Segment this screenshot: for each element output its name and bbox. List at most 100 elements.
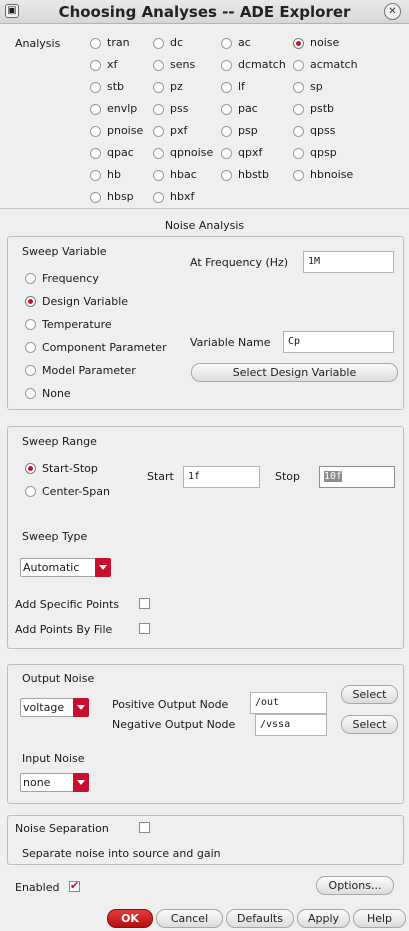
analysis-label-dcmatch: dcmatch bbox=[238, 58, 286, 71]
analysis-radio-dcmatch[interactable] bbox=[221, 60, 232, 71]
sweep-variable-radio-model-parameter[interactable] bbox=[25, 365, 36, 376]
select-negative-node-button[interactable]: Select bbox=[341, 715, 398, 734]
analysis-radio-qpnoise[interactable] bbox=[153, 148, 164, 159]
analysis-label-sp: sp bbox=[310, 80, 323, 93]
add-specific-points-label: Add Specific Points bbox=[15, 598, 120, 611]
noise-separation-label: Noise Separation bbox=[15, 822, 109, 835]
add-specific-points-checkbox[interactable] bbox=[139, 598, 150, 609]
add-points-by-file-label: Add Points By File bbox=[15, 623, 113, 636]
analysis-radio-hbxf[interactable] bbox=[153, 192, 164, 203]
input-noise-combo[interactable]: none bbox=[20, 773, 89, 792]
apply-button[interactable]: Apply bbox=[297, 909, 350, 928]
analysis-radio-hb[interactable] bbox=[90, 170, 101, 181]
analysis-label-qpxf: qpxf bbox=[238, 146, 263, 159]
negative-output-node-label: Negative Output Node bbox=[112, 718, 236, 731]
options-button[interactable]: Options... bbox=[316, 876, 394, 895]
analysis-radio-qpsp[interactable] bbox=[293, 148, 304, 159]
enabled-checkbox[interactable] bbox=[69, 879, 80, 892]
input-noise-value: none bbox=[23, 776, 51, 789]
divider bbox=[0, 208, 409, 209]
sweep-variable-radio-none[interactable] bbox=[25, 388, 36, 399]
analysis-radio-hbac[interactable] bbox=[153, 170, 164, 181]
variable-name-label: Variable Name bbox=[190, 336, 271, 349]
analysis-radio-xf[interactable] bbox=[90, 60, 101, 71]
analysis-radio-qpss[interactable] bbox=[293, 126, 304, 137]
output-noise-label: Output Noise bbox=[22, 672, 95, 685]
add-points-by-file-checkbox[interactable] bbox=[139, 623, 150, 634]
help-button[interactable]: Help bbox=[353, 909, 406, 928]
sweep-variable-label-frequency: Frequency bbox=[42, 272, 99, 285]
analysis-radio-qpxf[interactable] bbox=[221, 148, 232, 159]
sweep-type-combo[interactable]: Automatic bbox=[20, 558, 111, 577]
stop-value: 10f bbox=[324, 471, 343, 482]
analysis-radio-ac[interactable] bbox=[221, 38, 232, 49]
sweep-variable-radio-design-variable[interactable] bbox=[25, 296, 36, 307]
stop-field[interactable]: 10f bbox=[319, 466, 395, 488]
positive-output-node-label: Positive Output Node bbox=[112, 698, 229, 711]
close-icon[interactable]: ✕ bbox=[384, 3, 401, 20]
analysis-label-pz: pz bbox=[170, 80, 183, 93]
select-design-variable-button[interactable]: Select Design Variable bbox=[191, 363, 398, 382]
negative-output-node-field[interactable]: /vssa bbox=[255, 714, 327, 736]
select-positive-node-button[interactable]: Select bbox=[341, 685, 398, 704]
at-frequency-field[interactable]: 1M bbox=[303, 251, 394, 273]
analysis-label-hbnoise: hbnoise bbox=[310, 168, 354, 181]
sweep-range-label-center-span: Center-Span bbox=[42, 485, 110, 498]
analysis-radio-dc[interactable] bbox=[153, 38, 164, 49]
analysis-radio-qpac[interactable] bbox=[90, 148, 101, 159]
analysis-radio-pnoise[interactable] bbox=[90, 126, 101, 137]
ok-button[interactable]: OK bbox=[107, 909, 153, 928]
variable-name-field[interactable]: Cp bbox=[283, 331, 394, 353]
analysis-label-qpsp: qpsp bbox=[310, 146, 337, 159]
sweep-range-radio-center-span[interactable] bbox=[25, 486, 36, 497]
sweep-variable-label-model-parameter: Model Parameter bbox=[42, 364, 136, 377]
analysis-label-dc: dc bbox=[170, 36, 184, 49]
analysis-radio-pac[interactable] bbox=[221, 104, 232, 115]
analysis-label-pac: pac bbox=[238, 102, 258, 115]
sweep-variable-label-temperature: Temperature bbox=[42, 318, 112, 331]
analysis-label: Analysis bbox=[15, 37, 61, 50]
analysis-label-envlp: envlp bbox=[107, 102, 138, 115]
sweep-variable-label-design-variable: Design Variable bbox=[42, 295, 129, 308]
analysis-label-sens: sens bbox=[170, 58, 196, 71]
start-label: Start bbox=[147, 470, 174, 483]
analysis-label-hbstb: hbstb bbox=[238, 168, 269, 181]
sweep-variable-radio-temperature[interactable] bbox=[25, 319, 36, 330]
chevron-down-icon bbox=[73, 773, 89, 792]
analysis-label-hbac: hbac bbox=[170, 168, 197, 181]
defaults-button[interactable]: Defaults bbox=[226, 909, 294, 928]
analysis-radio-pz[interactable] bbox=[153, 82, 164, 93]
sweep-range-radio-start-stop[interactable] bbox=[25, 463, 36, 474]
section-title: Noise Analysis bbox=[164, 219, 245, 232]
analysis-radio-stb[interactable] bbox=[90, 82, 101, 93]
sweep-variable-label: Sweep Variable bbox=[22, 245, 107, 258]
analysis-radio-tran[interactable] bbox=[90, 38, 101, 49]
analysis-radio-noise[interactable] bbox=[293, 38, 304, 49]
analysis-radio-envlp[interactable] bbox=[90, 104, 101, 115]
analysis-radio-hbnoise[interactable] bbox=[293, 170, 304, 181]
analysis-radio-psp[interactable] bbox=[221, 126, 232, 137]
noise-separation-checkbox[interactable] bbox=[139, 822, 150, 833]
sweep-range-label: Sweep Range bbox=[22, 435, 97, 448]
analysis-radio-pstb[interactable] bbox=[293, 104, 304, 115]
analysis-label-noise: noise bbox=[310, 36, 340, 49]
analysis-radio-lf[interactable] bbox=[221, 82, 232, 93]
analysis-radio-sens[interactable] bbox=[153, 60, 164, 71]
analysis-radio-sp[interactable] bbox=[293, 82, 304, 93]
sweep-variable-radio-component-parameter[interactable] bbox=[25, 342, 36, 353]
analysis-radio-hbsp[interactable] bbox=[90, 192, 101, 203]
analysis-label-tran: tran bbox=[107, 36, 130, 49]
analysis-radio-pxf[interactable] bbox=[153, 126, 164, 137]
start-field[interactable]: 1f bbox=[183, 466, 260, 488]
analysis-label-qpac: qpac bbox=[107, 146, 134, 159]
analysis-radio-pss[interactable] bbox=[153, 104, 164, 115]
output-noise-type-combo[interactable]: voltage bbox=[20, 698, 89, 717]
sweep-variable-label-none: None bbox=[42, 387, 71, 400]
positive-output-node-field[interactable]: /out bbox=[250, 692, 327, 714]
cancel-button[interactable]: Cancel bbox=[156, 909, 223, 928]
analysis-radio-hbstb[interactable] bbox=[221, 170, 232, 181]
analysis-radio-acmatch[interactable] bbox=[293, 60, 304, 71]
analysis-label-pstb: pstb bbox=[310, 102, 335, 115]
analysis-label-ac: ac bbox=[238, 36, 251, 49]
sweep-variable-radio-frequency[interactable] bbox=[25, 273, 36, 284]
